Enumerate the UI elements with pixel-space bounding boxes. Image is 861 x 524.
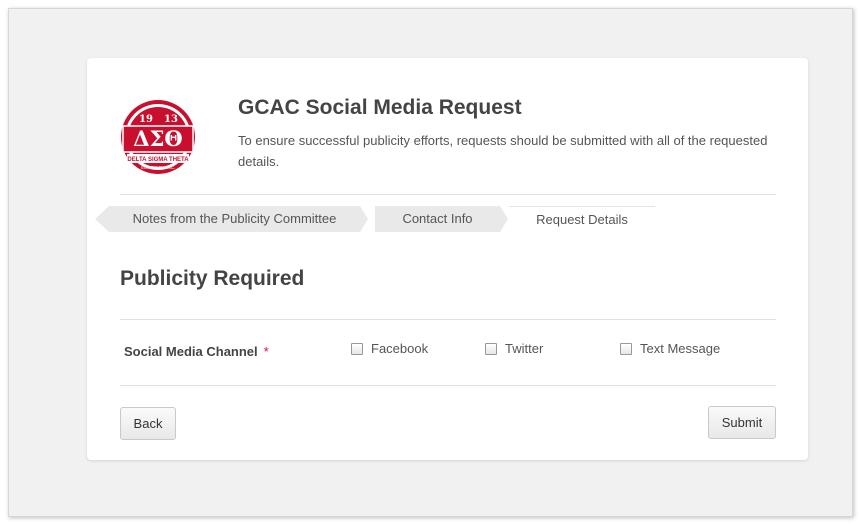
step-arrow xyxy=(95,206,109,232)
page-frame: ΔΣΘ 19 13 DELTA SIGMA THETA SORORITY, IN… xyxy=(8,8,853,517)
wizard-steps: Notes from the Publicity Committee Conta… xyxy=(95,206,655,232)
checkbox-facebook[interactable]: Facebook xyxy=(351,341,428,356)
divider xyxy=(120,194,776,195)
checkbox-box[interactable] xyxy=(485,342,497,355)
tab-notes[interactable]: Notes from the Publicity Committee xyxy=(109,206,360,232)
tab-request-details[interactable]: Request Details xyxy=(509,206,655,232)
back-button[interactable]: Back xyxy=(120,407,176,440)
checkbox-label: Text Message xyxy=(640,341,721,356)
field-label-text: Social Media Channel xyxy=(124,344,258,359)
checkbox-twitter[interactable]: Twitter xyxy=(485,341,543,356)
form-title: GCAC Social Media Request xyxy=(238,96,522,119)
form-card: ΔΣΘ 19 13 DELTA SIGMA THETA SORORITY, IN… xyxy=(87,58,808,460)
divider xyxy=(120,319,776,320)
submit-button[interactable]: Submit xyxy=(708,406,776,439)
checkbox-text-message[interactable]: Text Message xyxy=(620,341,720,356)
svg-text:13: 13 xyxy=(164,114,178,125)
svg-text:SORORITY, INC.: SORORITY, INC. xyxy=(141,165,175,170)
checkbox-label: Twitter xyxy=(505,341,544,356)
section-title: Publicity Required xyxy=(120,267,305,290)
step-arrow xyxy=(360,206,368,232)
step-arrow xyxy=(500,206,508,232)
form-description: To ensure successful publicity efforts, … xyxy=(238,133,768,169)
checkbox-box[interactable] xyxy=(620,342,632,355)
divider xyxy=(120,385,776,386)
checkbox-label: Facebook xyxy=(371,341,429,356)
required-marker: * xyxy=(263,344,269,359)
svg-text:DELTA SIGMA THETA: DELTA SIGMA THETA xyxy=(127,157,189,163)
field-label: Social Media Channel * xyxy=(124,344,269,359)
sorority-logo: ΔΣΘ 19 13 DELTA SIGMA THETA SORORITY, IN… xyxy=(121,100,195,174)
svg-text:ΔΣΘ: ΔΣΘ xyxy=(133,126,182,151)
tab-contact-info[interactable]: Contact Info xyxy=(375,206,500,232)
svg-text:19: 19 xyxy=(139,114,153,125)
checkbox-box[interactable] xyxy=(351,342,363,355)
